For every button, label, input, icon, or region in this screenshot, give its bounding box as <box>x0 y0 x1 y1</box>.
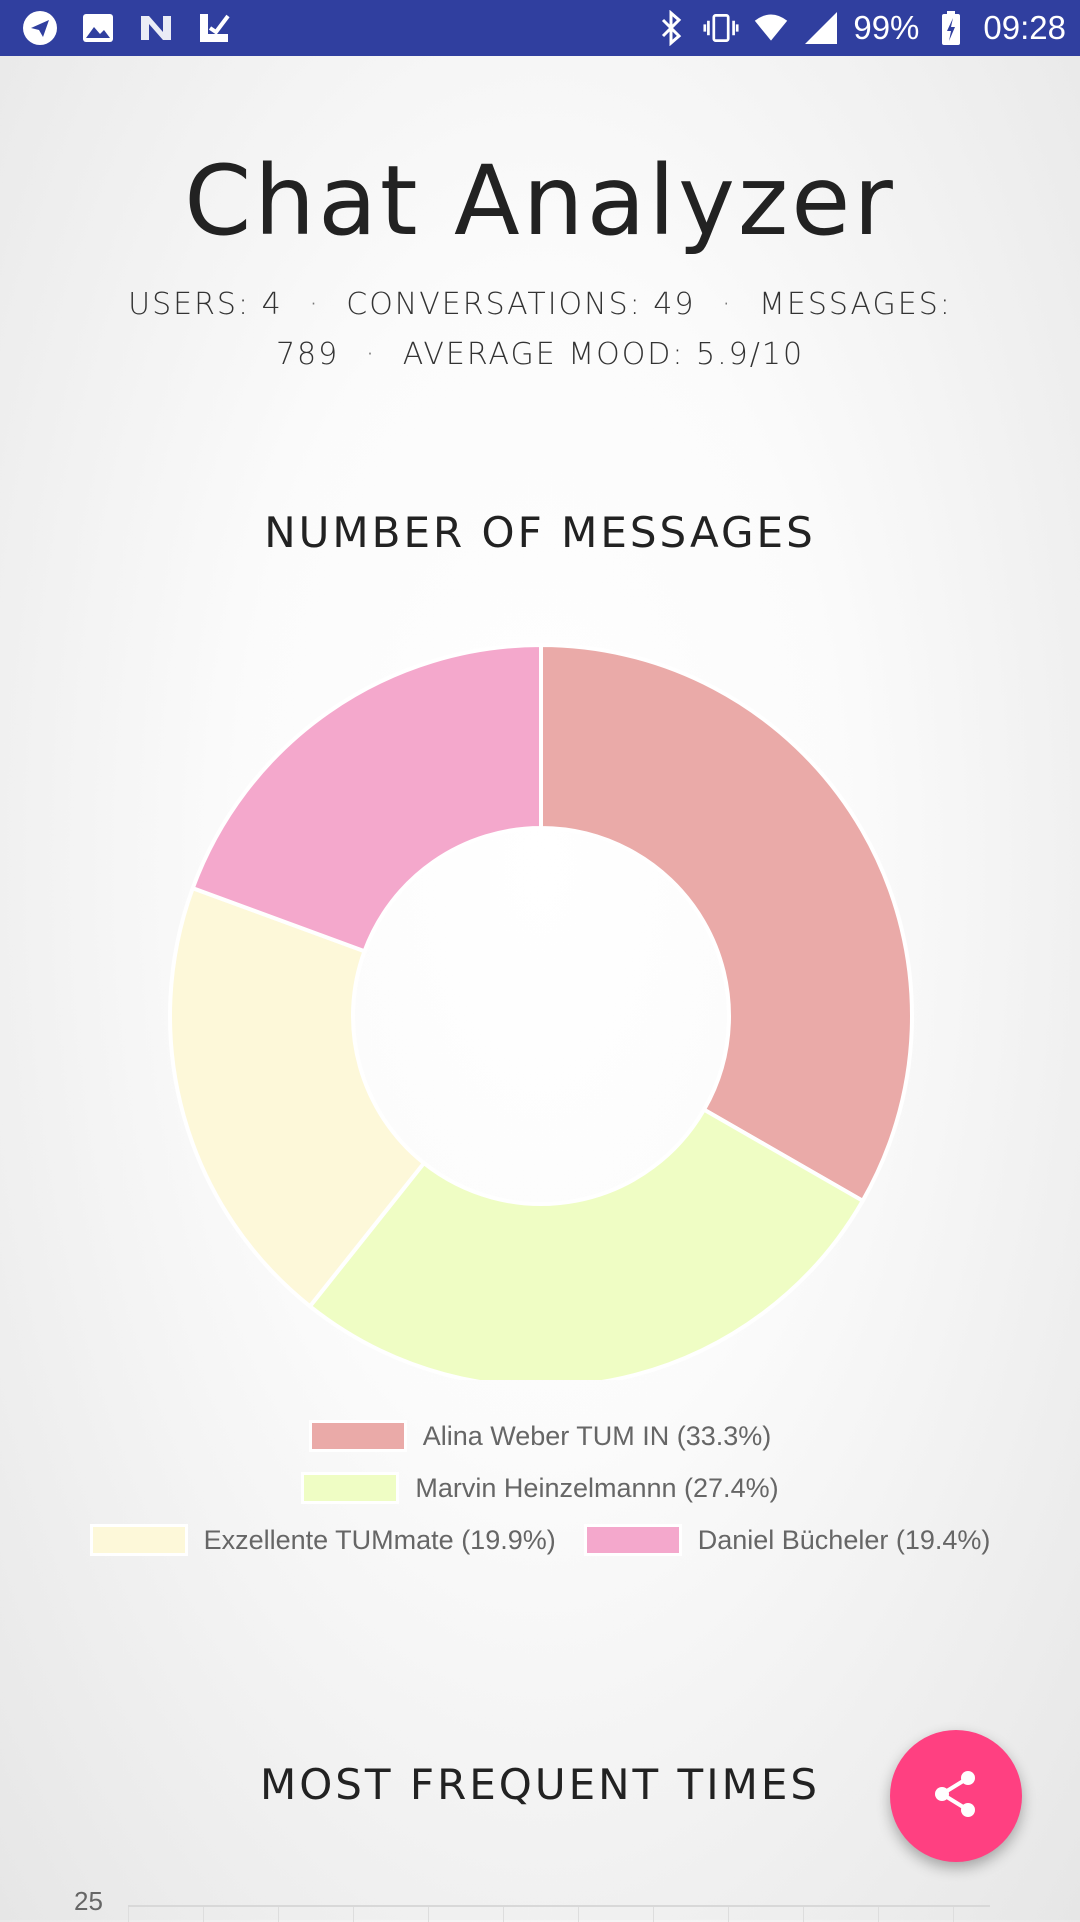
signal-icon <box>803 10 839 46</box>
legend-label: Marvin Heinzelmannn (27.4%) <box>415 1472 779 1503</box>
stat-conversations: CONVERSATIONS: 49 <box>346 287 696 322</box>
share-button[interactable] <box>890 1730 1022 1862</box>
image-icon <box>80 10 116 46</box>
y-axis-tick-label: 25 <box>74 1886 103 1916</box>
clock: 09:28 <box>983 9 1066 46</box>
bluetooth-icon <box>653 10 689 46</box>
battery-charging-icon <box>933 10 969 46</box>
wifi-icon <box>753 10 789 46</box>
legend-item[interactable]: Exzellente TUMmate (19.9%) <box>89 1524 556 1556</box>
legend-item[interactable]: Marvin Heinzelmannn (27.4%) <box>301 1472 779 1504</box>
legend-swatch <box>89 1524 188 1556</box>
legend-swatch <box>308 1420 407 1452</box>
stat-separator: · <box>365 337 377 372</box>
legend-item[interactable]: Daniel Bücheler (19.4%) <box>583 1524 991 1556</box>
stats-summary: USERS: 4 · CONVERSATIONS: 49 · MESSAGES: 789… <box>110 280 970 380</box>
vibrate-icon <box>703 10 739 46</box>
stat-average-mood: AVERAGE MOOD: 5.9/10 <box>402 337 805 372</box>
status-bar: 99% 09:28 <box>0 0 1080 56</box>
app-title: Chat Analyzer <box>184 145 896 257</box>
stat-users: USERS: 4 <box>128 287 283 322</box>
battery-percentage: 99% <box>853 9 920 46</box>
section-title-messages: NUMBER OF MESSAGES <box>264 508 816 557</box>
legend-swatch <box>583 1524 682 1556</box>
messages-donut-chart <box>168 642 914 1380</box>
stat-messages-label: MESSAGES: <box>759 287 952 322</box>
legend-swatch <box>301 1472 400 1504</box>
legend-label: Alina Weber TUM IN (33.3%) <box>422 1420 772 1451</box>
legend-item[interactable]: Alina Weber TUM IN (33.3%) <box>308 1420 772 1452</box>
telegram-icon <box>22 10 58 46</box>
stat-messages-value: 789 <box>275 337 340 372</box>
checkmark-app-icon <box>196 10 232 46</box>
times-chart-grid <box>128 1905 990 1922</box>
legend-row: Exzellente TUMmate (19.9%) Daniel Büchele… <box>0 1514 1080 1566</box>
legend-row: Alina Weber TUM IN (33.3%) <box>0 1410 1080 1462</box>
n-app-icon <box>138 10 174 46</box>
stat-separator: · <box>308 287 321 322</box>
share-icon <box>928 1766 984 1827</box>
donut-slice[interactable] <box>539 642 914 1204</box>
donut-slice[interactable] <box>190 642 543 954</box>
stat-separator: · <box>721 287 734 322</box>
chart-legend: Alina Weber TUM IN (33.3%) Marvin Heinzel… <box>0 1410 1080 1566</box>
legend-label: Exzellente TUMmate (19.9%) <box>203 1524 556 1555</box>
legend-row: Marvin Heinzelmannn (27.4%) <box>0 1462 1080 1514</box>
legend-label: Daniel Bücheler (19.4%) <box>697 1524 991 1555</box>
